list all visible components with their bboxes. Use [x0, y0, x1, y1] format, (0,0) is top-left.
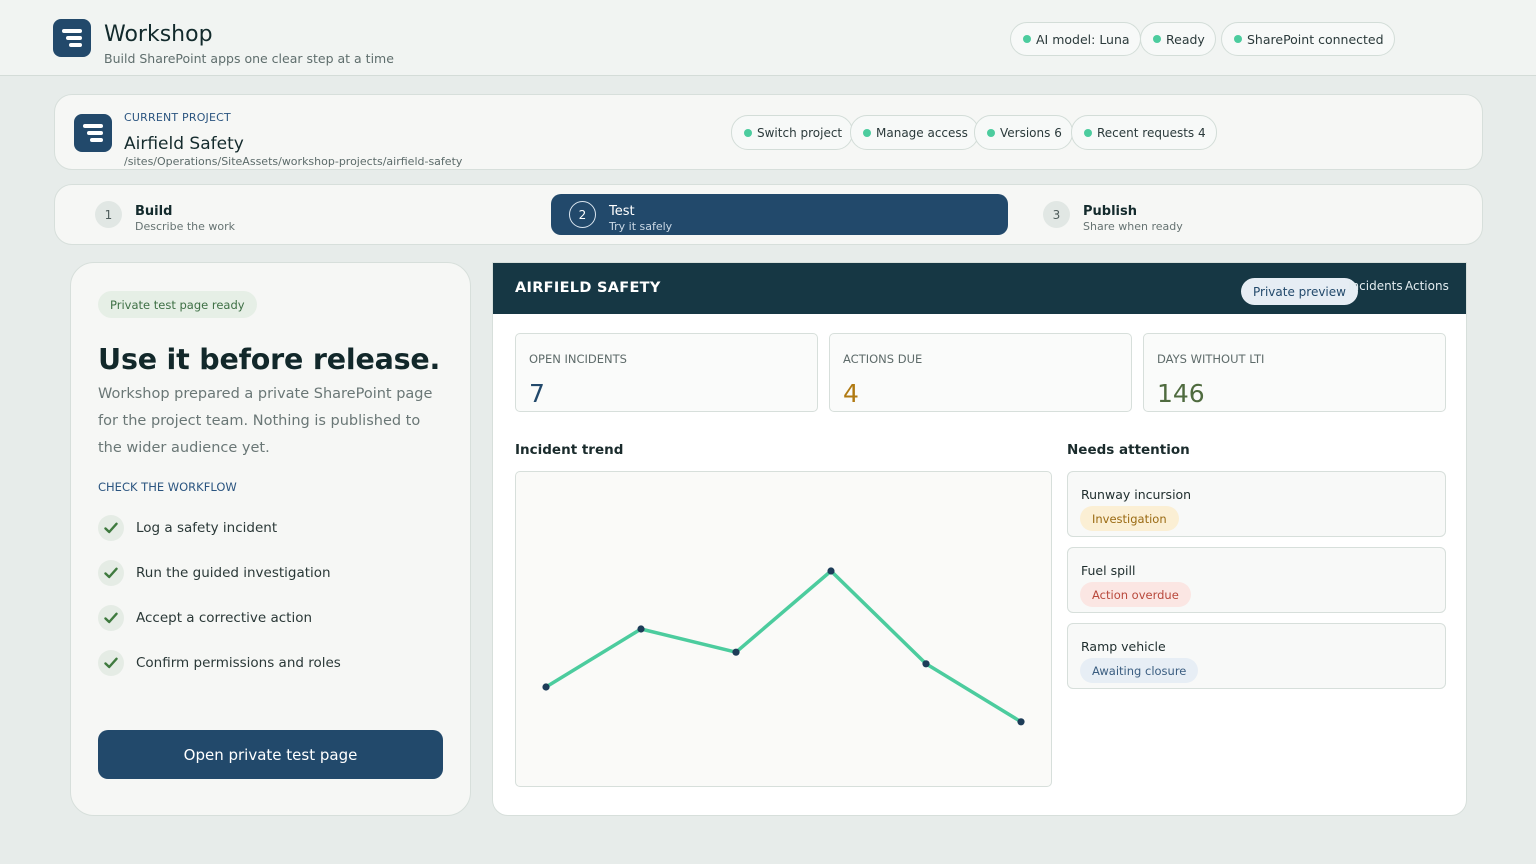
check-icon — [98, 515, 124, 541]
checklist-item-label: Confirm permissions and roles — [136, 655, 341, 671]
app-header: Workshop Build SharePoint apps one clear… — [0, 0, 1536, 76]
project-name: Airfield Safety — [124, 134, 244, 154]
kpi-value: 4 — [843, 379, 859, 408]
kpi-label: ACTIONS DUE — [843, 352, 923, 366]
manage-access-label: Manage access — [876, 125, 968, 140]
app-subtitle: Build SharePoint apps one clear step at … — [104, 51, 394, 66]
checklist-item: Confirm permissions and roles — [98, 649, 341, 677]
step-title: Build — [135, 204, 173, 219]
kpi-days-without-lti: DAYS WITHOUT LTI 146 — [1143, 333, 1446, 412]
recent-requests-button[interactable]: Recent requests 4 — [1071, 115, 1217, 150]
ready-status[interactable]: Ready — [1140, 22, 1216, 56]
manage-access-button[interactable]: Manage access — [850, 115, 979, 150]
ai-model-status[interactable]: AI model: Luna — [1010, 22, 1141, 56]
status-dot-icon — [1153, 35, 1161, 43]
status-dot-icon — [744, 128, 752, 137]
status-badge: Investigation — [1080, 506, 1179, 531]
status-dot-icon — [1234, 35, 1242, 43]
ai-model-label: AI model: Luna — [1036, 31, 1130, 47]
attention-item-title: Runway incursion — [1081, 487, 1192, 502]
sharepoint-label: SharePoint connected — [1247, 31, 1384, 47]
kpi-actions-due: ACTIONS DUE 4 — [829, 333, 1132, 412]
kpi-label: OPEN INCIDENTS — [529, 352, 627, 366]
step-number: 1 — [95, 201, 122, 228]
recent-requests-label: Recent requests 4 — [1097, 125, 1206, 140]
check-icon — [98, 605, 124, 631]
status-dot-icon — [863, 128, 871, 137]
check-icon — [98, 650, 124, 676]
step-title: Publish — [1083, 204, 1137, 219]
preview-header: AIRFIELD SAFETY Private preview Incident… — [493, 263, 1466, 314]
page-title: Use it before release. — [98, 343, 441, 376]
status-dot-icon — [1084, 128, 1092, 137]
app-preview: AIRFIELD SAFETY Private preview Incident… — [492, 262, 1467, 816]
checklist-item-label: Run the guided investigation — [136, 565, 331, 581]
status-dot-icon — [1023, 35, 1031, 43]
step-title: Test — [609, 204, 635, 219]
check-icon — [98, 560, 124, 586]
project-logo-icon — [74, 114, 112, 152]
incident-trend-chart — [515, 471, 1052, 787]
attention-item-ramp-vehicle[interactable]: Ramp vehicle Awaiting closure — [1067, 623, 1446, 689]
step-number: 3 — [1043, 201, 1070, 228]
incident-trend-heading: Incident trend — [515, 442, 624, 458]
current-project-card: CURRENT PROJECT Airfield Safety /sites/O… — [54, 94, 1483, 170]
trend-point — [922, 660, 930, 668]
trend-point — [637, 625, 645, 633]
kpi-label: DAYS WITHOUT LTI — [1157, 352, 1265, 366]
trend-point — [732, 648, 740, 656]
attention-item-runway-incursion[interactable]: Runway incursion Investigation — [1067, 471, 1446, 537]
trend-point — [1017, 718, 1025, 726]
tab-incidents[interactable]: Incidents — [1348, 279, 1403, 293]
step-number: 2 — [569, 201, 596, 228]
step-test[interactable]: 2 Test Try it safely — [551, 194, 1008, 235]
versions-label: Versions 6 — [1000, 125, 1062, 140]
status-badge: Awaiting closure — [1080, 658, 1199, 683]
step-publish[interactable]: 3 Publish Share when ready — [1025, 194, 1482, 235]
app-title: Workshop — [104, 22, 213, 47]
switch-project-label: Switch project — [757, 125, 843, 140]
trend-point — [542, 683, 550, 691]
versions-button[interactable]: Versions 6 — [974, 115, 1073, 150]
test-description: Workshop prepared a private SharePoint p… — [98, 386, 433, 456]
trend-line — [545, 569, 1022, 724]
trend-chart-svg — [542, 567, 1025, 726]
private-preview-badge: Private preview — [1241, 278, 1358, 305]
workflow-steps: 1 Build Describe the work 2 Test Try it … — [54, 184, 1483, 245]
attention-item-fuel-spill[interactable]: Fuel spill Action overdue — [1067, 547, 1446, 613]
checklist-item: Accept a corrective action — [98, 604, 312, 632]
status-badge: Private test page ready — [98, 291, 257, 318]
checklist-heading: CHECK THE WORKFLOW — [98, 480, 237, 494]
kpi-open-incidents: OPEN INCIDENTS 7 — [515, 333, 818, 412]
kpi-value: 7 — [529, 379, 545, 408]
status-dot-icon — [987, 128, 995, 137]
checklist-item-label: Log a safety incident — [136, 520, 278, 536]
status-badge: Action overdue — [1080, 582, 1191, 607]
switch-project-button[interactable]: Switch project — [731, 115, 854, 150]
project-label: CURRENT PROJECT — [124, 111, 231, 124]
project-path: /sites/Operations/SiteAssets/workshop-pr… — [124, 155, 463, 168]
attention-item-title: Ramp vehicle — [1081, 639, 1166, 654]
tab-actions[interactable]: Actions — [1405, 279, 1449, 293]
needs-attention-heading: Needs attention — [1067, 442, 1190, 458]
step-description: Try it safely — [609, 220, 673, 233]
open-private-test-page-button[interactable]: Open private test page — [98, 730, 443, 779]
trend-point — [827, 567, 835, 575]
attention-item-title: Fuel spill — [1081, 563, 1136, 578]
checklist-item: Run the guided investigation — [98, 559, 331, 587]
checklist-item: Log a safety incident — [98, 514, 277, 542]
test-panel: Private test page ready Use it before re… — [70, 262, 471, 816]
kpi-value: 146 — [1157, 379, 1205, 408]
step-description: Describe the work — [135, 220, 236, 233]
checklist-item-label: Accept a corrective action — [136, 610, 313, 626]
workshop-logo-icon — [53, 19, 91, 57]
sharepoint-status[interactable]: SharePoint connected — [1221, 22, 1395, 56]
step-description: Share when ready — [1083, 220, 1183, 233]
preview-title: AIRFIELD SAFETY — [515, 280, 661, 296]
ready-label: Ready — [1166, 31, 1205, 47]
step-build[interactable]: 1 Build Describe the work — [77, 194, 534, 235]
